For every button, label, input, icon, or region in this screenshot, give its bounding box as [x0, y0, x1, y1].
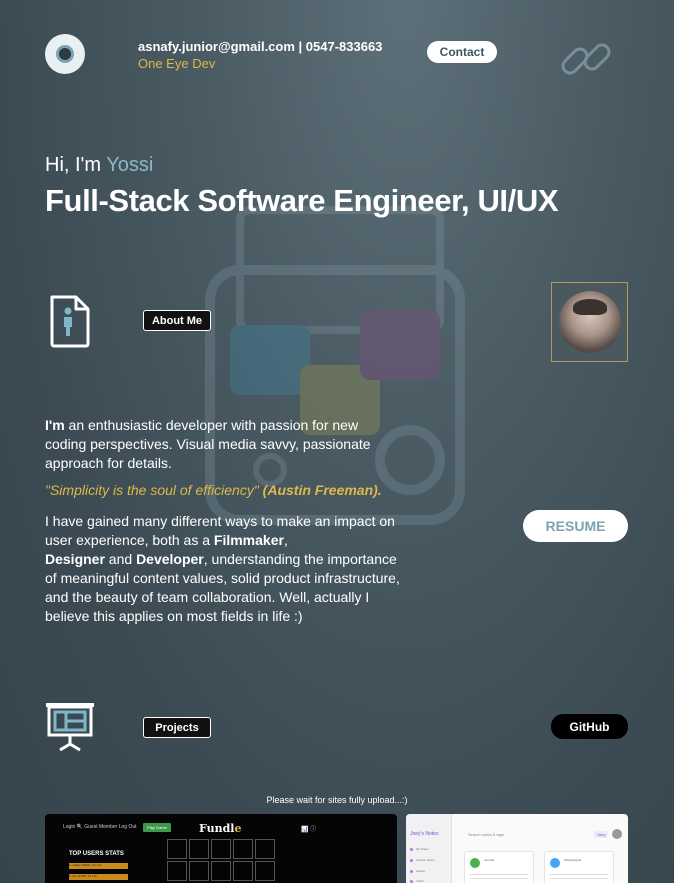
brand-name: One Eye Dev: [138, 56, 216, 71]
page-title: Full-Stack Software Engineer, UI/UX: [45, 183, 559, 218]
document-person-icon: [50, 295, 90, 348]
fundle-stat-row: 2. avi 10700 / 12 / 11: [69, 874, 128, 880]
about-me-label: About Me: [143, 310, 211, 331]
body-developer: Developer: [136, 551, 204, 567]
avatar: [558, 291, 621, 353]
quote: "Simplicity is the soul of efficiency" (…: [45, 482, 382, 498]
fundle-stats-title: TOP USERS STATS: [69, 851, 124, 857]
intro-paragraph: I'm an enthusiastic developer with passi…: [45, 416, 400, 473]
note-card: Shopping list: [544, 851, 614, 883]
note-card-title: Shopping list: [564, 858, 582, 862]
fundle-word-grid: [167, 839, 275, 881]
body-text-2: ,: [283, 532, 288, 548]
body-filmmaker: Filmmaker: [213, 532, 284, 548]
fundle-nav: Login 🔍 Guest Member Log Out: [63, 824, 137, 830]
greeting: Hi, I'm Yossi: [45, 154, 153, 177]
notes-nav-item: My Notes: [410, 847, 446, 853]
eye-logo-icon[interactable]: [45, 34, 85, 74]
fundle-title: Fundle: [199, 822, 241, 835]
fundle-play-button: Play Game: [143, 823, 171, 832]
fundle-icons: 📊 ⓘ: [301, 827, 317, 833]
fundle-title-accent: e: [234, 822, 242, 835]
notes-nav-item: Archive Notes: [410, 858, 446, 864]
body-text-3: and: [104, 551, 137, 567]
note-card: Journal: [464, 851, 534, 883]
body-designer: Designer: [45, 551, 105, 567]
project-notes-preview[interactable]: Joey's Notes My Notes Archive Notes Labe…: [406, 814, 628, 883]
contact-email-phone: asnafy.junior@gmail.com | 0547-833663: [138, 39, 383, 54]
notes-search: Search notes & tags: [468, 832, 505, 837]
notes-app-title: Joey's Notes: [410, 831, 439, 837]
notes-user-badge: Joey: [594, 831, 609, 838]
fundle-stat-row: 1. snarfy 12345 / 14 / 10: [69, 863, 128, 869]
quote-author: (Austin Freeman).: [258, 482, 382, 498]
github-button[interactable]: GitHub: [551, 714, 628, 739]
projects-label: Projects: [143, 717, 211, 738]
greeting-name: Yossi: [106, 154, 154, 176]
notes-nav-item: Labels: [410, 869, 446, 875]
projector-board-icon: [46, 703, 94, 752]
resume-button[interactable]: RESUME: [523, 510, 628, 542]
loading-note: Please wait for sites fully upload...:): [266, 795, 408, 805]
notes-nav-item: Trash: [410, 879, 446, 883]
experience-paragraph: I have gained many different ways to mak…: [45, 512, 400, 626]
project-fundle-preview[interactable]: Login 🔍 Guest Member Log Out Play Game F…: [45, 814, 397, 883]
notes-sidebar: Joey's Notes My Notes Archive Notes Labe…: [406, 814, 452, 883]
intro-bold: I'm: [45, 417, 65, 433]
contact-button[interactable]: Contact: [427, 41, 497, 63]
link-chain-icon[interactable]: [557, 32, 617, 87]
intro-text: an enthusiastic developer with passion f…: [45, 417, 371, 471]
quote-text: "Simplicity is the soul of efficiency": [45, 482, 259, 498]
profile-photo-frame: [551, 282, 628, 362]
greeting-prefix: Hi, I'm: [45, 154, 107, 176]
user-icon: [612, 829, 622, 839]
fundle-title-main: Fundl: [199, 822, 235, 835]
site-header: asnafy.junior@gmail.com | 0547-833663 On…: [45, 32, 630, 77]
note-card-title: Journal: [484, 858, 494, 862]
